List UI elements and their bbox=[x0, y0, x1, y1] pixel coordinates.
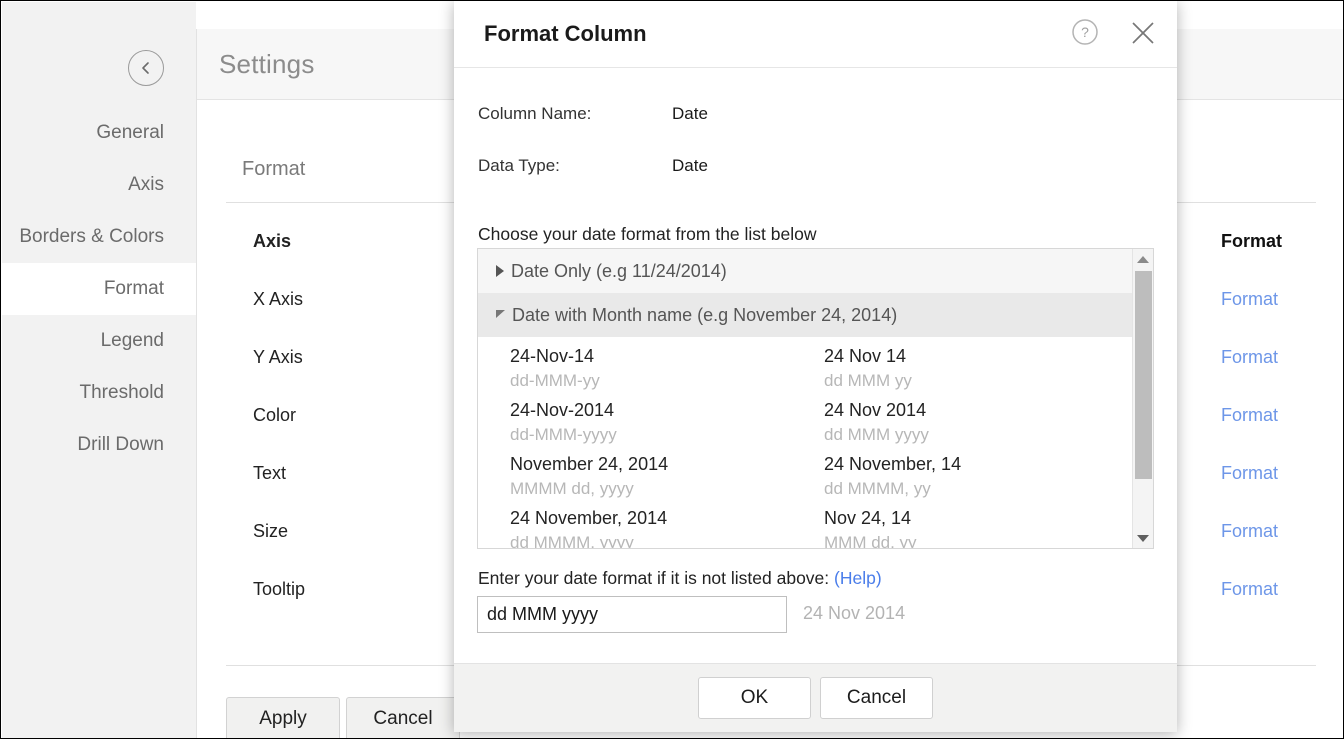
group-label: Date Only (e.g 11/24/2014) bbox=[511, 261, 727, 282]
group-date-with-month-name[interactable]: Date with Month name (e.g November 24, 2… bbox=[478, 293, 1153, 337]
format-link[interactable]: Format bbox=[1221, 521, 1278, 542]
sidebar-item-borders-colors[interactable]: Borders & Colors bbox=[2, 211, 196, 263]
property-label: Size bbox=[253, 521, 288, 542]
format-pattern: dd MMMM, yy bbox=[824, 477, 961, 501]
sidebar-item-label: Borders & Colors bbox=[19, 226, 164, 248]
format-link[interactable]: Format bbox=[1221, 289, 1278, 310]
format-link[interactable]: Format bbox=[1221, 463, 1278, 484]
format-sample: 24 November, 2014 bbox=[510, 505, 667, 531]
settings-sidebar: General Axis Borders & Colors Format Leg… bbox=[2, 2, 196, 739]
enter-format-label: Enter your date format if it is not list… bbox=[478, 568, 882, 589]
format-sample: 24 Nov 14 bbox=[824, 343, 912, 369]
sidebar-item-label: Format bbox=[104, 278, 164, 300]
sidebar-item-format[interactable]: Format bbox=[2, 263, 196, 315]
sidebar-item-legend[interactable]: Legend bbox=[2, 315, 196, 367]
sidebar-item-label: Drill Down bbox=[77, 434, 164, 456]
property-label: Axis bbox=[253, 231, 291, 252]
sidebar-item-axis[interactable]: Axis bbox=[2, 159, 196, 211]
format-option[interactable]: 24 November, 2014 dd MMMM, yyyy bbox=[510, 505, 667, 549]
column-name-value: Date bbox=[672, 104, 708, 124]
list-item: 24-Nov-2014 dd-MMM-yyyy 24 Nov 2014 dd M… bbox=[478, 397, 1153, 451]
list-scrollbar[interactable] bbox=[1132, 249, 1153, 548]
caret-down-icon[interactable] bbox=[1133, 528, 1153, 548]
format-option[interactable]: 24-Nov-14 dd-MMM-yy bbox=[510, 343, 600, 393]
property-label: Text bbox=[253, 463, 286, 484]
format-link[interactable]: Format bbox=[1221, 405, 1278, 426]
data-type-label: Data Type: bbox=[478, 156, 668, 176]
choose-format-label: Choose your date format from the list be… bbox=[478, 224, 817, 245]
list-item: November 24, 2014 MMMM dd, yyyy 24 Novem… bbox=[478, 451, 1153, 505]
enter-format-text: Enter your date format if it is not list… bbox=[478, 568, 829, 588]
sidebar-nav: General Axis Borders & Colors Format Leg… bbox=[2, 107, 196, 471]
section-title: Format bbox=[242, 158, 305, 181]
list-item: 24 November, 2014 dd MMMM, yyyy Nov 24, … bbox=[478, 505, 1153, 549]
page-title: Settings bbox=[219, 49, 315, 80]
scrollbar-thumb[interactable] bbox=[1135, 271, 1152, 479]
dialog-body: Column Name: Date Data Type: Date Choose… bbox=[454, 68, 1177, 664]
format-option[interactable]: November 24, 2014 MMMM dd, yyyy bbox=[510, 451, 668, 501]
format-option[interactable]: 24 Nov 2014 dd MMM yyyy bbox=[824, 397, 929, 447]
format-pattern: dd-MMM-yyyy bbox=[510, 423, 617, 447]
format-link[interactable]: Format bbox=[1221, 347, 1278, 368]
triangle-down-icon bbox=[496, 310, 505, 318]
close-icon[interactable] bbox=[1127, 17, 1159, 49]
format-sample: 24 Nov 2014 bbox=[824, 397, 929, 423]
ok-button[interactable]: OK bbox=[698, 677, 811, 719]
data-type-value: Date bbox=[672, 156, 708, 176]
caret-up-icon[interactable] bbox=[1133, 249, 1153, 269]
format-sample: Nov 24, 14 bbox=[824, 505, 917, 531]
format-pattern: dd-MMM-yy bbox=[510, 369, 600, 393]
group-label: Date with Month name (e.g November 24, 2… bbox=[512, 305, 897, 326]
cancel-button[interactable]: Cancel bbox=[346, 697, 460, 739]
format-options-grid: 24-Nov-14 dd-MMM-yy 24 Nov 14 dd MMM yy … bbox=[478, 337, 1153, 549]
property-label: Y Axis bbox=[253, 347, 303, 368]
property-label: Color bbox=[253, 405, 296, 426]
format-column-dialog: Format Column ? Column Name: Date D bbox=[454, 1, 1177, 732]
property-label: Tooltip bbox=[253, 579, 305, 600]
format-pattern: dd MMM yyyy bbox=[824, 423, 929, 447]
column-name-label: Column Name: bbox=[478, 104, 668, 124]
svg-text:?: ? bbox=[1081, 24, 1089, 40]
format-preview: 24 Nov 2014 bbox=[803, 603, 905, 624]
dialog-title: Format Column bbox=[484, 21, 647, 47]
format-option[interactable]: Nov 24, 14 MMM dd, yy bbox=[824, 505, 917, 549]
sidebar-item-label: Axis bbox=[128, 174, 164, 196]
format-pattern: MMMM dd, yyyy bbox=[510, 477, 668, 501]
date-format-input[interactable] bbox=[477, 596, 787, 633]
sidebar-item-label: Threshold bbox=[80, 382, 165, 404]
dialog-header: Format Column ? bbox=[454, 1, 1177, 68]
format-option[interactable]: 24-Nov-2014 dd-MMM-yyyy bbox=[510, 397, 617, 447]
app-window: General Axis Borders & Colors Format Leg… bbox=[0, 0, 1344, 739]
format-sample: 24-Nov-14 bbox=[510, 343, 600, 369]
triangle-right-icon bbox=[496, 265, 504, 277]
question-circle-icon[interactable]: ? bbox=[1070, 17, 1100, 47]
sidebar-item-drill-down[interactable]: Drill Down bbox=[2, 419, 196, 471]
format-option[interactable]: 24 November, 14 dd MMMM, yy bbox=[824, 451, 961, 501]
list-item: 24-Nov-14 dd-MMM-yy 24 Nov 14 dd MMM yy bbox=[478, 343, 1153, 397]
format-option[interactable]: 24 Nov 14 dd MMM yy bbox=[824, 343, 912, 393]
apply-button[interactable]: Apply bbox=[226, 697, 340, 739]
format-sample: 24 November, 14 bbox=[824, 451, 961, 477]
format-pattern: dd MMMM, yyyy bbox=[510, 531, 667, 549]
help-link[interactable]: (Help) bbox=[834, 568, 882, 588]
group-date-only[interactable]: Date Only (e.g 11/24/2014) bbox=[478, 249, 1153, 293]
settings-footer-buttons: Apply Cancel bbox=[226, 697, 460, 739]
format-link[interactable]: Format bbox=[1221, 579, 1278, 600]
sidebar-item-label: Legend bbox=[101, 330, 164, 352]
format-sample: November 24, 2014 bbox=[510, 451, 668, 477]
chevron-left-circle-icon[interactable] bbox=[128, 50, 164, 86]
format-pattern: dd MMM yy bbox=[824, 369, 912, 393]
date-format-list: Date Only (e.g 11/24/2014) Date with Mon… bbox=[477, 248, 1154, 549]
format-sample: 24-Nov-2014 bbox=[510, 397, 617, 423]
sidebar-item-label: General bbox=[96, 122, 164, 144]
dialog-footer: OK Cancel bbox=[454, 663, 1177, 732]
column-header-format: Format bbox=[1221, 231, 1282, 252]
property-label: X Axis bbox=[253, 289, 303, 310]
sidebar-item-threshold[interactable]: Threshold bbox=[2, 367, 196, 419]
sidebar-item-general[interactable]: General bbox=[2, 107, 196, 159]
format-pattern: MMM dd, yy bbox=[824, 531, 917, 549]
dialog-cancel-button[interactable]: Cancel bbox=[820, 677, 933, 719]
